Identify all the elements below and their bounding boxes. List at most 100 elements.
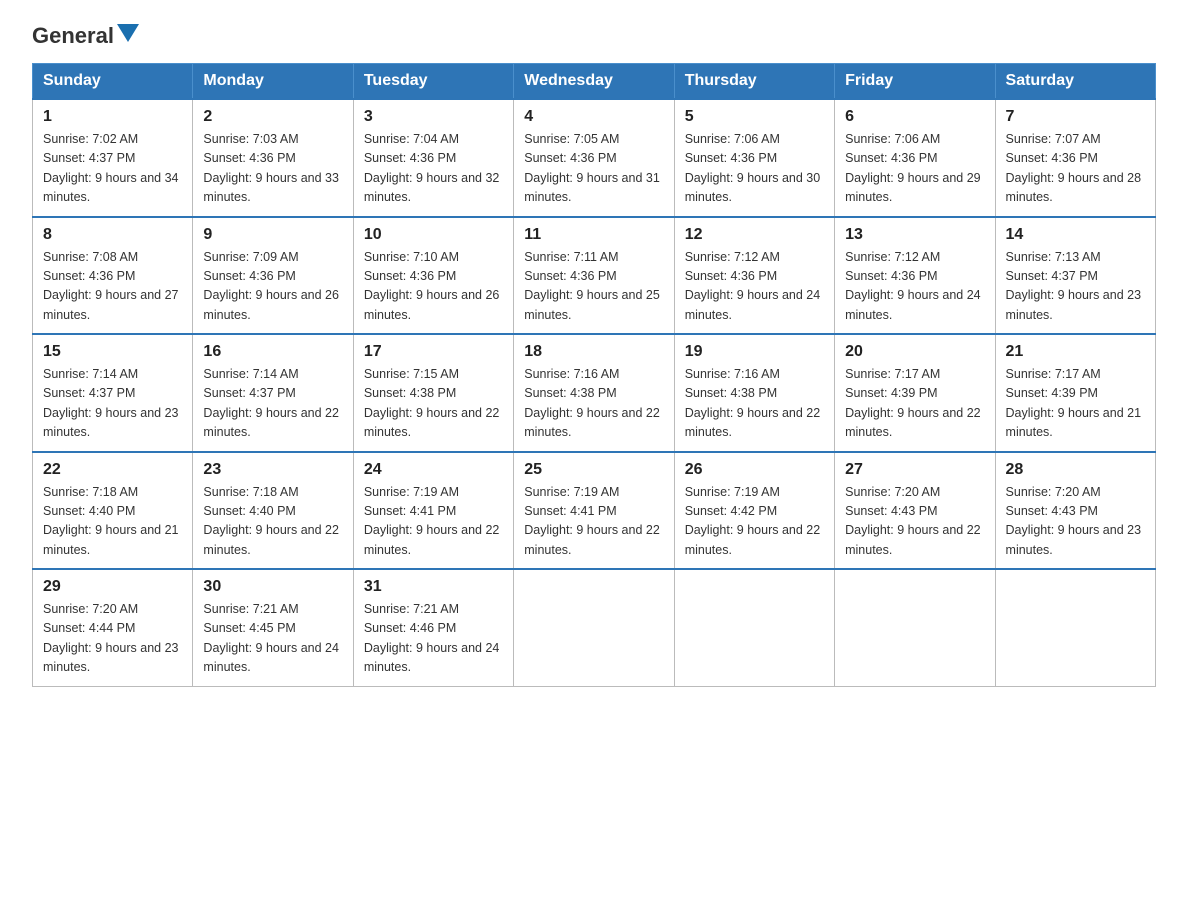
day-number: 10: [364, 226, 503, 244]
calendar-cell: 3Sunrise: 7:04 AMSunset: 4:36 PMDaylight…: [353, 99, 513, 217]
calendar-cell: 15 Sunrise: 7:14 AMSunset: 4:37 PMDayligh…: [33, 334, 193, 452]
calendar-cell: 25 Sunrise: 7:19 AMSunset: 4:41 PMDayligh…: [514, 452, 674, 570]
calendar-cell: [514, 569, 674, 686]
day-number: 24: [364, 461, 503, 479]
day-number: 22: [43, 461, 182, 479]
week-row-3: 15 Sunrise: 7:14 AMSunset: 4:37 PMDayligh…: [33, 334, 1156, 452]
day-info: Sunrise: 7:07 AMSunset: 4:36 PMDaylight:…: [1006, 132, 1142, 204]
day-number: 23: [203, 461, 342, 479]
day-info: Sunrise: 7:09 AMSunset: 4:36 PMDaylight:…: [203, 250, 339, 322]
day-info: Sunrise: 7:12 AMSunset: 4:36 PMDaylight:…: [685, 250, 821, 322]
day-number: 13: [845, 226, 984, 244]
week-row-4: 22 Sunrise: 7:18 AMSunset: 4:40 PMDayligh…: [33, 452, 1156, 570]
col-header-saturday: Saturday: [995, 64, 1155, 100]
day-number: 7: [1006, 108, 1145, 126]
day-info: Sunrise: 7:11 AMSunset: 4:36 PMDaylight:…: [524, 250, 660, 322]
day-info: Sunrise: 7:20 AMSunset: 4:43 PMDaylight:…: [1006, 485, 1142, 557]
calendar-cell: 2 Sunrise: 7:03 AMSunset: 4:36 PMDaylight…: [193, 99, 353, 217]
day-info: Sunrise: 7:08 AMSunset: 4:36 PMDaylight:…: [43, 250, 179, 322]
day-number: 9: [203, 226, 342, 244]
col-header-monday: Monday: [193, 64, 353, 100]
day-info: Sunrise: 7:14 AMSunset: 4:37 PMDaylight:…: [203, 367, 339, 439]
calendar-cell: 18Sunrise: 7:16 AMSunset: 4:38 PMDayligh…: [514, 334, 674, 452]
day-number: 29: [43, 578, 182, 596]
calendar-cell: 23 Sunrise: 7:18 AMSunset: 4:40 PMDayligh…: [193, 452, 353, 570]
day-number: 25: [524, 461, 663, 479]
day-number: 2: [203, 108, 342, 126]
calendar-cell: 30Sunrise: 7:21 AMSunset: 4:45 PMDayligh…: [193, 569, 353, 686]
logo-text-general: General: [32, 25, 114, 47]
col-header-wednesday: Wednesday: [514, 64, 674, 100]
calendar-cell: 12 Sunrise: 7:12 AMSunset: 4:36 PMDayligh…: [674, 217, 834, 335]
day-info: Sunrise: 7:02 AMSunset: 4:37 PMDaylight:…: [43, 132, 179, 204]
calendar-cell: 20Sunrise: 7:17 AMSunset: 4:39 PMDayligh…: [835, 334, 995, 452]
calendar-cell: [835, 569, 995, 686]
calendar-table: SundayMondayTuesdayWednesdayThursdayFrid…: [32, 63, 1156, 687]
calendar-cell: [674, 569, 834, 686]
day-number: 31: [364, 578, 503, 596]
day-number: 14: [1006, 226, 1145, 244]
day-info: Sunrise: 7:19 AMSunset: 4:41 PMDaylight:…: [524, 485, 660, 557]
day-number: 1: [43, 108, 182, 126]
day-info: Sunrise: 7:03 AMSunset: 4:36 PMDaylight:…: [203, 132, 339, 204]
day-number: 5: [685, 108, 824, 126]
day-number: 12: [685, 226, 824, 244]
day-info: Sunrise: 7:18 AMSunset: 4:40 PMDaylight:…: [203, 485, 339, 557]
day-number: 30: [203, 578, 342, 596]
calendar-cell: 26 Sunrise: 7:19 AMSunset: 4:42 PMDayligh…: [674, 452, 834, 570]
day-info: Sunrise: 7:12 AMSunset: 4:36 PMDaylight:…: [845, 250, 981, 322]
day-info: Sunrise: 7:04 AMSunset: 4:36 PMDaylight:…: [364, 132, 500, 204]
day-info: Sunrise: 7:06 AMSunset: 4:36 PMDaylight:…: [685, 132, 821, 204]
calendar-cell: 17Sunrise: 7:15 AMSunset: 4:38 PMDayligh…: [353, 334, 513, 452]
day-number: 8: [43, 226, 182, 244]
calendar-cell: 16 Sunrise: 7:14 AMSunset: 4:37 PMDayligh…: [193, 334, 353, 452]
col-header-friday: Friday: [835, 64, 995, 100]
day-info: Sunrise: 7:20 AMSunset: 4:44 PMDaylight:…: [43, 602, 179, 674]
day-number: 21: [1006, 343, 1145, 361]
calendar-cell: 8 Sunrise: 7:08 AMSunset: 4:36 PMDaylight…: [33, 217, 193, 335]
calendar-cell: 7 Sunrise: 7:07 AMSunset: 4:36 PMDaylight…: [995, 99, 1155, 217]
calendar-cell: 6 Sunrise: 7:06 AMSunset: 4:36 PMDaylight…: [835, 99, 995, 217]
calendar-cell: 19Sunrise: 7:16 AMSunset: 4:38 PMDayligh…: [674, 334, 834, 452]
day-number: 11: [524, 226, 663, 244]
day-number: 28: [1006, 461, 1145, 479]
page-header: General: [32, 24, 1156, 47]
calendar-cell: 24Sunrise: 7:19 AMSunset: 4:41 PMDayligh…: [353, 452, 513, 570]
day-info: Sunrise: 7:17 AMSunset: 4:39 PMDaylight:…: [1006, 367, 1142, 439]
logo: General: [32, 24, 139, 47]
day-number: 26: [685, 461, 824, 479]
calendar-cell: 13 Sunrise: 7:12 AMSunset: 4:36 PMDayligh…: [835, 217, 995, 335]
calendar-cell: 22 Sunrise: 7:18 AMSunset: 4:40 PMDayligh…: [33, 452, 193, 570]
calendar-cell: 14 Sunrise: 7:13 AMSunset: 4:37 PMDayligh…: [995, 217, 1155, 335]
day-info: Sunrise: 7:19 AMSunset: 4:42 PMDaylight:…: [685, 485, 821, 557]
day-number: 27: [845, 461, 984, 479]
day-info: Sunrise: 7:15 AMSunset: 4:38 PMDaylight:…: [364, 367, 500, 439]
calendar-cell: 11 Sunrise: 7:11 AMSunset: 4:36 PMDayligh…: [514, 217, 674, 335]
day-info: Sunrise: 7:10 AMSunset: 4:36 PMDaylight:…: [364, 250, 500, 322]
col-header-sunday: Sunday: [33, 64, 193, 100]
calendar-cell: 28 Sunrise: 7:20 AMSunset: 4:43 PMDayligh…: [995, 452, 1155, 570]
day-number: 15: [43, 343, 182, 361]
col-header-thursday: Thursday: [674, 64, 834, 100]
day-info: Sunrise: 7:14 AMSunset: 4:37 PMDaylight:…: [43, 367, 179, 439]
calendar-cell: [995, 569, 1155, 686]
calendar-cell: 9 Sunrise: 7:09 AMSunset: 4:36 PMDaylight…: [193, 217, 353, 335]
day-info: Sunrise: 7:06 AMSunset: 4:36 PMDaylight:…: [845, 132, 981, 204]
calendar-cell: 21 Sunrise: 7:17 AMSunset: 4:39 PMDayligh…: [995, 334, 1155, 452]
day-number: 19: [685, 343, 824, 361]
week-row-5: 29 Sunrise: 7:20 AMSunset: 4:44 PMDayligh…: [33, 569, 1156, 686]
day-info: Sunrise: 7:18 AMSunset: 4:40 PMDaylight:…: [43, 485, 179, 557]
calendar-cell: 31Sunrise: 7:21 AMSunset: 4:46 PMDayligh…: [353, 569, 513, 686]
day-number: 4: [524, 108, 663, 126]
day-number: 16: [203, 343, 342, 361]
day-info: Sunrise: 7:20 AMSunset: 4:43 PMDaylight:…: [845, 485, 981, 557]
day-number: 6: [845, 108, 984, 126]
day-info: Sunrise: 7:05 AMSunset: 4:36 PMDaylight:…: [524, 132, 660, 204]
calendar-cell: 1 Sunrise: 7:02 AMSunset: 4:37 PMDaylight…: [33, 99, 193, 217]
calendar-cell: 27 Sunrise: 7:20 AMSunset: 4:43 PMDayligh…: [835, 452, 995, 570]
day-number: 20: [845, 343, 984, 361]
day-info: Sunrise: 7:13 AMSunset: 4:37 PMDaylight:…: [1006, 250, 1142, 322]
week-row-2: 8 Sunrise: 7:08 AMSunset: 4:36 PMDaylight…: [33, 217, 1156, 335]
calendar-cell: 10 Sunrise: 7:10 AMSunset: 4:36 PMDayligh…: [353, 217, 513, 335]
col-header-tuesday: Tuesday: [353, 64, 513, 100]
